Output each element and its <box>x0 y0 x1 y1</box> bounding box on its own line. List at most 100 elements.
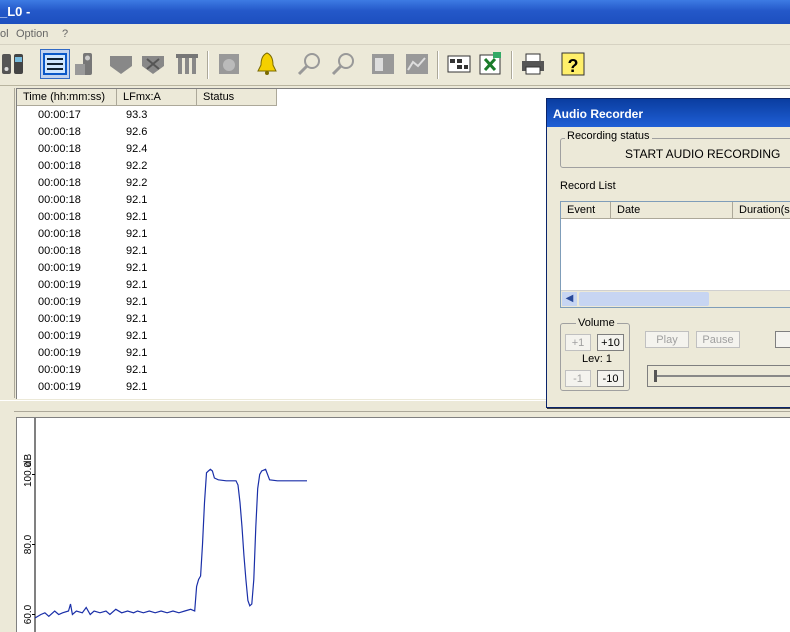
monitor-button[interactable] <box>106 49 136 79</box>
instrument-icon-button[interactable] <box>0 49 28 79</box>
cell-time: 00:00:18 <box>38 228 81 240</box>
volume-plus-1-button[interactable]: +1 <box>565 334 591 351</box>
toolbar-separator <box>207 51 209 79</box>
help-question-icon: ? <box>561 52 585 76</box>
instrument-icon <box>2 54 23 74</box>
column-header-time[interactable]: Time (hh:mm:ss) <box>17 89 117 106</box>
zoom-in-button[interactable] <box>294 49 324 79</box>
alarm-button[interactable] <box>252 49 282 79</box>
column-header-status[interactable]: Status <box>197 89 277 106</box>
cell-lfmx: 92.1 <box>126 330 148 342</box>
close-recorder-button[interactable] <box>775 331 790 348</box>
cell-lfmx: 92.1 <box>126 211 148 223</box>
record-list-header-duration[interactable]: Duration(se <box>733 202 790 219</box>
window-title: _L0 - <box>0 4 31 19</box>
table-row[interactable]: 00:00:19 92.1 <box>17 362 417 379</box>
menu-item-help[interactable]: ? <box>62 24 68 44</box>
table-row[interactable]: 00:00:19 92.1 <box>17 328 417 345</box>
table-row[interactable]: 00:00:18 92.1 <box>17 192 417 209</box>
table-row[interactable]: 00:00:17 93.3 <box>17 107 417 124</box>
record-list-header-date[interactable]: Date <box>611 202 733 219</box>
table-row[interactable]: 00:00:19 92.1 <box>17 379 417 396</box>
recording-status-label: Recording status <box>565 130 652 142</box>
tools-icon <box>176 54 198 74</box>
cell-time: 00:00:19 <box>38 347 81 359</box>
cell-lfmx: 92.1 <box>126 381 148 393</box>
calibration-button[interactable] <box>214 49 244 79</box>
cell-time: 00:00:19 <box>38 313 81 325</box>
table-row[interactable]: 00:00:18 92.1 <box>17 209 417 226</box>
cell-time: 00:00:18 <box>38 143 81 155</box>
cell-lfmx: 92.1 <box>126 228 148 240</box>
play-button[interactable]: Play <box>645 331 689 348</box>
cell-time: 00:00:18 <box>38 126 81 138</box>
left-dock-strip <box>0 88 15 398</box>
cell-lfmx: 92.1 <box>126 279 148 291</box>
zoom-out-button[interactable] <box>328 49 358 79</box>
menu-item-tool[interactable]: ol <box>0 24 9 44</box>
cell-lfmx: 92.6 <box>126 126 148 138</box>
table-row[interactable]: 00:00:19 92.1 <box>17 294 417 311</box>
cell-lfmx: 92.1 <box>126 262 148 274</box>
slider-thumb[interactable] <box>654 370 657 382</box>
cell-time: 00:00:19 <box>38 296 81 308</box>
cell-lfmx: 92.1 <box>126 313 148 325</box>
record-list-label: Record List <box>560 180 616 192</box>
tools-button[interactable] <box>172 49 202 79</box>
table-row[interactable]: 00:00:18 92.4 <box>17 141 417 158</box>
audio-recorder-title: Audio Recorder <box>547 99 790 127</box>
zoom-in-icon <box>297 53 320 76</box>
playback-position-slider[interactable] <box>647 365 790 387</box>
print-button[interactable] <box>518 49 548 79</box>
menu-item-option[interactable]: Option <box>16 24 48 44</box>
table-row[interactable]: 00:00:19 92.1 <box>17 345 417 362</box>
cell-lfmx: 92.2 <box>126 177 148 189</box>
scroll-left-icon[interactable]: ◀ <box>562 292 577 306</box>
cell-time: 00:00:18 <box>38 245 81 257</box>
cell-lfmx: 92.1 <box>126 245 148 257</box>
cell-lfmx: 92.1 <box>126 364 148 376</box>
cell-time: 00:00:18 <box>38 160 81 172</box>
volume-minus-10-button[interactable]: -10 <box>597 370 624 387</box>
toolbar-separator <box>437 51 439 79</box>
column-header-lfmx[interactable]: LFmx:A <box>117 89 197 106</box>
cell-time: 00:00:17 <box>38 109 81 121</box>
table-view-button[interactable] <box>444 49 474 79</box>
table-row[interactable]: 00:00:19 92.1 <box>17 311 417 328</box>
table-row[interactable]: 00:00:19 92.1 <box>17 260 417 277</box>
table-row[interactable]: 00:00:19 92.1 <box>17 277 417 294</box>
cell-lfmx: 92.2 <box>126 160 148 172</box>
level-graph: dB 60.0 80.0 100.0 <box>16 417 790 632</box>
chart-view-button[interactable] <box>368 49 398 79</box>
record-list-hscrollbar[interactable]: ◀ <box>561 290 790 307</box>
meter-settings-button[interactable] <box>72 49 102 79</box>
bell-icon <box>257 52 277 75</box>
cell-lfmx: 92.1 <box>126 296 148 308</box>
toolbar-separator <box>511 51 513 79</box>
table-row[interactable]: 00:00:18 92.6 <box>17 124 417 141</box>
level-series-line <box>34 468 307 619</box>
record-list[interactable]: Event Date Duration(se ◀ <box>560 201 790 308</box>
table-row[interactable]: 00:00:18 92.1 <box>17 226 417 243</box>
cell-time: 00:00:19 <box>38 330 81 342</box>
display-mode-button[interactable] <box>40 49 70 79</box>
table-row[interactable]: 00:00:18 92.2 <box>17 158 417 175</box>
toolbar: ? <box>0 45 790 86</box>
monitor-icon <box>110 56 132 74</box>
volume-plus-10-button[interactable]: +10 <box>597 334 624 351</box>
printer-icon <box>522 53 544 75</box>
table-row[interactable]: 00:00:18 92.2 <box>17 175 417 192</box>
monitor-x-button[interactable] <box>138 49 168 79</box>
svg-text:?: ? <box>568 56 579 76</box>
start-recording-button[interactable]: START AUDIO RECORDING <box>625 147 780 161</box>
export-excel-button[interactable] <box>476 49 506 79</box>
table-row[interactable]: 00:00:18 92.1 <box>17 243 417 260</box>
cell-time: 00:00:19 <box>38 279 81 291</box>
pause-button[interactable]: Pause <box>696 331 740 348</box>
volume-minus-1-button[interactable]: -1 <box>565 370 591 387</box>
record-list-header-event[interactable]: Event <box>561 202 611 219</box>
graph-view-button[interactable] <box>402 49 432 79</box>
scroll-thumb[interactable] <box>579 292 709 306</box>
left-dock-strip-lower <box>0 410 14 631</box>
help-button[interactable]: ? <box>558 49 588 79</box>
